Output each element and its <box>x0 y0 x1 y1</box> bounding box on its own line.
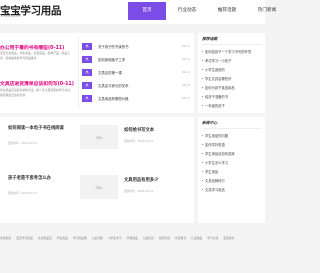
articles-panel: 如何阅读一本电子书在线阅读 更新时间：2023-02-11 如何给书写文本 更新… <box>0 117 194 223</box>
footer-link[interactable]: 早教用品 <box>127 236 138 240</box>
list-item-title[interactable]: 文具店与家长的关系 <box>98 83 129 88</box>
featured-desc: 学生用品店进货清单和方法，每个孩子都需要的学习文具，如何挑选合适的文具 <box>0 88 73 97</box>
footer-link[interactable]: 宝宝学习用品 <box>16 236 33 240</box>
article-thumbnail[interactable] <box>80 125 118 149</box>
footer-link[interactable]: 宝宝成长 <box>223 236 234 240</box>
rank-badge: 热 <box>82 56 92 63</box>
rank-badge: 热 <box>82 43 92 50</box>
list-item[interactable]: 热 文具店的第一课 02-11 <box>82 66 190 78</box>
article-date: 更新时间：2023-02-11 <box>8 191 38 195</box>
footer-link[interactable]: 学习用品网 <box>73 236 87 240</box>
footer-link[interactable]: 儿童用品 <box>191 236 202 240</box>
article-thumbnail[interactable] <box>80 175 118 199</box>
nav-news[interactable]: 热门新闻 <box>248 2 286 20</box>
article-date: 更新时间：2023-02-11 <box>124 139 154 143</box>
footer-link[interactable]: 儿童玩具 <box>143 236 154 240</box>
article-card[interactable]: 如何给书写文本 更新时间：2023-02-11 <box>80 125 174 173</box>
footer-link[interactable]: 家庭教育 <box>175 236 186 240</box>
article-title[interactable]: 如何给书写文本 <box>124 127 154 133</box>
footer-link[interactable]: 儿童书籍 <box>92 236 103 240</box>
sidebar-heading: 新闻中心 <box>202 120 262 129</box>
list-item-title[interactable]: 如何用电脑子工学 <box>98 57 125 62</box>
list-item[interactable]: 热 如何用电脑子工学 02-11 <box>82 53 190 65</box>
footer-link[interactable]: 友情链接 <box>0 236 11 240</box>
footer-link[interactable]: 小学生学习 <box>108 236 122 240</box>
sidebar-link[interactable]: 学生用品该如何选择 <box>202 151 235 160</box>
image-placeholder-icon <box>95 135 103 139</box>
nav-topics[interactable]: 推荐话题 <box>208 2 246 20</box>
sidebar-link[interactable]: 如何学好英语 <box>202 142 235 151</box>
news-sidebar: 新闻中心 学生用品的问题 如何学好英语 学生用品该如何选择 小学生怎么学习 学生… <box>198 117 265 223</box>
list-item-date: 02-11 <box>181 96 190 100</box>
rank-badge: 热 <box>82 95 92 102</box>
article-title[interactable]: 如何阅读一本电子书在线阅读 <box>8 125 64 131</box>
list-item[interactable]: 热 关于孩子的书读的书 02-11 <box>82 40 190 52</box>
sidebar-link[interactable]: 学生文具店哪些好 <box>202 76 251 85</box>
sidebar-link[interactable]: 学生用品 <box>202 169 235 178</box>
nav-home[interactable]: 首页 <box>128 2 166 20</box>
sidebar-link[interactable]: 如何给孩子一个学习书写的环境 <box>202 49 251 58</box>
featured-desc: 宝宝文具用品，学生用品，家居用品，各种产品，新品上架，各种品类的学习用品推荐 <box>0 51 70 60</box>
sidebar-list: 学生用品的问题 如何学好英语 学生用品该如何选择 小学生怎么学习 学生用品 文具… <box>202 133 235 196</box>
divider <box>78 37 79 109</box>
list-item-title[interactable]: 文具店的第一课 <box>98 70 122 75</box>
site-header: 宝宝学习用品 w.huudeng.com 首页 行业动态 推荐话题 热门新闻 <box>0 0 276 24</box>
sidebar-link[interactable]: 小学生怎么学习 <box>202 160 235 169</box>
nav-industry[interactable]: 行业动态 <box>168 2 206 20</box>
sidebar-list: 如何给孩子一个学习书写的环境 考试学习一小孩子 小学生适用的 学生文具店哪些好 … <box>202 49 251 112</box>
list-item[interactable]: 热 文具店与家长的关系 02-11 <box>82 79 190 91</box>
recommended-sidebar: 推荐话题 如何给孩子一个学习书写的环境 考试学习一小孩子 小学生适用的 学生文具… <box>198 33 265 113</box>
list-item-title[interactable]: 文具用品有哪些价格 <box>98 96 129 101</box>
footer-link[interactable]: 学习方法 <box>207 236 218 240</box>
list-item-date: 02-11 <box>181 44 190 48</box>
list-item-date: 02-11 <box>181 83 190 87</box>
main-nav: 首页 行业动态 推荐话题 热门新闻 <box>128 2 288 20</box>
sidebar-link[interactable]: 学生用品的问题 <box>202 133 235 142</box>
sidebar-link[interactable]: 小学生适用的 <box>202 67 251 76</box>
image-placeholder-icon <box>95 185 103 189</box>
footer-link[interactable]: 文具用品店 <box>38 236 52 240</box>
footer-link[interactable]: 学生用品 <box>57 236 68 240</box>
footer-link[interactable]: 益智玩具 <box>159 236 170 240</box>
sidebar-link[interactable]: 给孩子准备的书 <box>202 94 251 103</box>
featured-title[interactable]: 办公用于看的书有哪些(0-11) <box>0 44 64 51</box>
sidebar-link[interactable]: 一年级的孩子 <box>202 103 251 112</box>
featured-title[interactable]: 文具店进货清单应该如何写(0-11) <box>0 80 74 87</box>
list-item-title[interactable]: 关于孩子的书读的书 <box>98 44 129 49</box>
list-item-date: 02-11 <box>181 70 190 74</box>
sidebar-heading: 推荐话题 <box>202 36 262 45</box>
article-date: 更新时间：2023-02-11 <box>8 141 38 145</box>
site-domain: w.huudeng.com <box>1 15 22 18</box>
sidebar-link[interactable]: 文具品牌排行 <box>202 178 235 187</box>
sidebar-link[interactable]: 考试学习一小孩子 <box>202 58 251 67</box>
rank-badge: 热 <box>82 82 92 89</box>
rank-badge: 热 <box>82 69 92 76</box>
article-title[interactable]: 孩子老是不思考怎么办 <box>8 175 51 181</box>
article-date: 更新时间：2023-02-11 <box>124 189 154 193</box>
featured-panel: 办公用于看的书有哪些(0-11) 宝宝文具用品，学生用品，家居用品，各种产品，新… <box>0 33 194 113</box>
article-title[interactable]: 文具用品有用多少 <box>124 177 158 183</box>
list-item[interactable]: 热 文具用品有哪些价格 02-11 <box>82 92 190 104</box>
footer-links: 友情链接 宝宝学习用品 文具用品店 学生用品 学习用品网 儿童书籍 小学生学习 … <box>0 233 265 243</box>
sidebar-link[interactable]: 如何为孩子挑选用品 <box>202 85 251 94</box>
sidebar-link[interactable]: 文具学习用品 <box>202 187 235 196</box>
article-card[interactable]: 文具用品有用多少 更新时间：2023-02-11 <box>80 175 174 223</box>
list-item-date: 02-11 <box>181 57 190 61</box>
